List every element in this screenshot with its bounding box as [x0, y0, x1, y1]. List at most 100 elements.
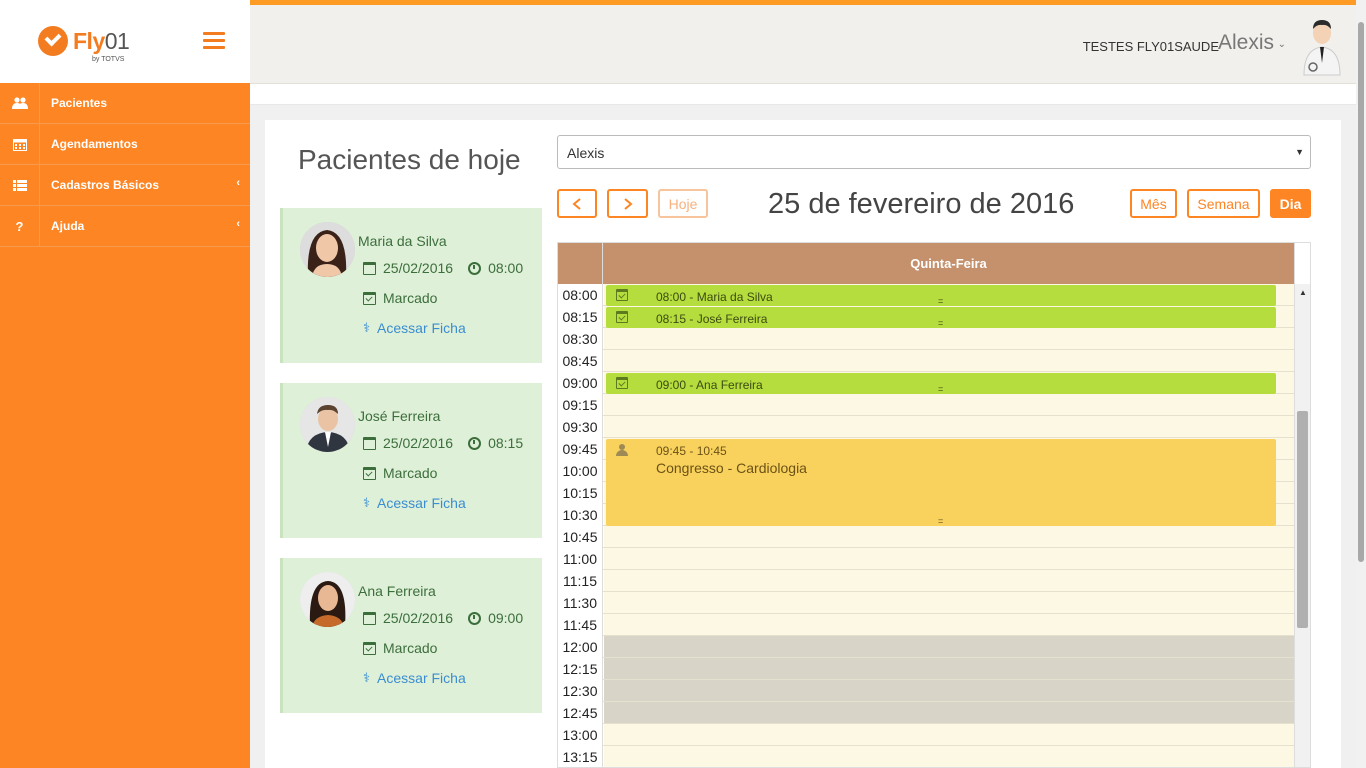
time-slot[interactable]: 13:00: [558, 724, 1294, 746]
scrollbar-thumb[interactable]: [1297, 411, 1308, 628]
slot-area[interactable]: [604, 614, 1294, 635]
clock-icon: [468, 611, 482, 625]
calendar-event-appointment[interactable]: 09:00 - Ana Ferreira =: [606, 373, 1276, 394]
calendar-event-appointment[interactable]: 08:15 - José Ferreira =: [606, 307, 1276, 328]
doctor-select-value: Alexis: [567, 145, 605, 161]
time-slot[interactable]: 10:45: [558, 526, 1294, 548]
person-icon: [616, 444, 628, 456]
time-slot[interactable]: 12:45: [558, 702, 1294, 724]
time-slots: 08:00 08:15 08:30 08:45 09:00 09:15 09:30 09:45…: [558, 284, 1294, 767]
event-label: 08:15 - José Ferreira: [656, 312, 768, 326]
time-label: 11:00: [558, 548, 603, 570]
slot-area[interactable]: [604, 328, 1294, 349]
time-slot[interactable]: 08:45: [558, 350, 1294, 372]
open-record-link[interactable]: ⚕ Acessar Ficha: [363, 670, 466, 686]
patient-name: José Ferreira: [358, 408, 441, 424]
time-slot[interactable]: 11:15: [558, 570, 1294, 592]
time-label: 10:45: [558, 526, 603, 548]
calendar-corner: [558, 243, 603, 284]
open-record-link[interactable]: ⚕ Acessar Ficha: [363, 495, 466, 511]
day-calendar: Quinta-Feira 08:00 08:15 08:30 08:45 09:00 09…: [557, 242, 1311, 768]
time-label: 08:15: [558, 306, 603, 328]
sidebar-item-pacientes[interactable]: Pacientes: [0, 83, 250, 124]
view-month-button[interactable]: Mês: [1130, 189, 1177, 218]
resize-handle[interactable]: =: [938, 385, 943, 394]
resize-handle[interactable]: =: [938, 517, 943, 526]
time-slot[interactable]: 11:00: [558, 548, 1294, 570]
slot-area[interactable]: [604, 636, 1294, 657]
calendar-event-appointment[interactable]: 08:00 - Maria da Silva =: [606, 285, 1276, 306]
slot-area[interactable]: [604, 702, 1294, 723]
sidebar-item-agendamentos[interactable]: Agendamentos: [0, 124, 250, 165]
time-label: 11:45: [558, 614, 603, 636]
patient-status-label: Marcado: [383, 290, 438, 306]
menu-toggle-icon[interactable]: [203, 32, 225, 50]
slot-area[interactable]: [604, 592, 1294, 613]
view-day-button[interactable]: Dia: [1270, 189, 1311, 218]
sidebar-item-ajuda[interactable]: ? Ajuda ‹: [0, 206, 250, 247]
time-slot[interactable]: 12:30: [558, 680, 1294, 702]
resize-handle[interactable]: =: [938, 319, 943, 328]
patient-name: Maria da Silva: [358, 233, 447, 249]
time-label: 13:00: [558, 724, 603, 746]
sidebar: Fly01 by TOTVS Pacientes Agendamentos Ca…: [0, 0, 250, 768]
chevron-down-icon[interactable]: ⌄: [1278, 39, 1286, 50]
patient-card: José Ferreira 25/02/2016 08:15 Marcado ⚕…: [280, 383, 542, 538]
slot-area[interactable]: [604, 746, 1294, 767]
slot-area[interactable]: [604, 680, 1294, 701]
page-scrollbar[interactable]: [1356, 0, 1366, 768]
user-name[interactable]: Alexis: [1218, 31, 1274, 55]
time-slot[interactable]: 11:45: [558, 614, 1294, 636]
view-week-button[interactable]: Semana: [1187, 189, 1260, 218]
slot-area[interactable]: [604, 394, 1294, 415]
patient-time: 09:00: [488, 610, 524, 626]
time-label: 13:15: [558, 746, 603, 767]
open-record-label[interactable]: Acessar Ficha: [377, 495, 466, 511]
slot-area[interactable]: [604, 548, 1294, 569]
open-record-link[interactable]: ⚕ Acessar Ficha: [363, 320, 466, 336]
time-slot[interactable]: 08:30: [558, 328, 1294, 350]
slot-area[interactable]: [604, 350, 1294, 371]
patient-card: Ana Ferreira 25/02/2016 09:00 Marcado ⚕ …: [280, 558, 542, 713]
time-label: 12:15: [558, 658, 603, 680]
patient-time: 08:00: [488, 260, 524, 276]
time-label: 11:15: [558, 570, 603, 592]
prev-button[interactable]: [557, 189, 597, 218]
sidebar-item-cadastros-basicos[interactable]: Cadastros Básicos ‹: [0, 165, 250, 206]
patient-date: 25/02/2016: [383, 610, 454, 626]
open-record-label[interactable]: Acessar Ficha: [377, 670, 466, 686]
today-button[interactable]: Hoje: [658, 189, 708, 218]
slot-area[interactable]: [604, 724, 1294, 745]
time-label: 09:30: [558, 416, 603, 438]
calendar-icon: [363, 436, 376, 450]
patient-date: 25/02/2016: [383, 435, 454, 451]
time-label: 12:30: [558, 680, 603, 702]
user-avatar[interactable]: [1300, 17, 1344, 77]
slot-area[interactable]: [604, 416, 1294, 437]
open-record-label[interactable]: Acessar Ficha: [377, 320, 466, 336]
scroll-up-icon[interactable]: ▲: [1299, 288, 1307, 297]
time-slot[interactable]: 13:15: [558, 746, 1294, 767]
fly01-logo[interactable]: Fly01 by TOTVS: [38, 24, 148, 68]
slot-area[interactable]: [604, 526, 1294, 547]
resize-handle[interactable]: =: [938, 297, 943, 306]
patient-datetime: 25/02/2016 08:00: [363, 260, 523, 276]
chevron-left-icon: ‹: [236, 218, 240, 230]
time-slot[interactable]: 09:15: [558, 394, 1294, 416]
patient-avatar: [300, 572, 355, 627]
time-slot[interactable]: 12:15: [558, 658, 1294, 680]
calendar-event-block[interactable]: 09:45 - 10:45 Congresso - Cardiologia =: [606, 439, 1276, 526]
slot-area[interactable]: [604, 658, 1294, 679]
next-button[interactable]: [607, 189, 648, 218]
company-name: TESTES FLY01SAUDE: [1082, 39, 1219, 54]
patient-card: Maria da Silva 25/02/2016 08:00 Marcado …: [280, 208, 542, 363]
time-slot[interactable]: 12:00: [558, 636, 1294, 658]
calendar-scrollbar[interactable]: ▲: [1294, 284, 1310, 767]
time-slot[interactable]: 09:30: [558, 416, 1294, 438]
clock-icon: [468, 436, 482, 450]
list-icon: [0, 165, 40, 205]
chevron-left-icon: ‹: [236, 177, 240, 189]
time-slot[interactable]: 11:30: [558, 592, 1294, 614]
doctor-select[interactable]: Alexis ▼: [557, 135, 1311, 169]
slot-area[interactable]: [604, 570, 1294, 591]
